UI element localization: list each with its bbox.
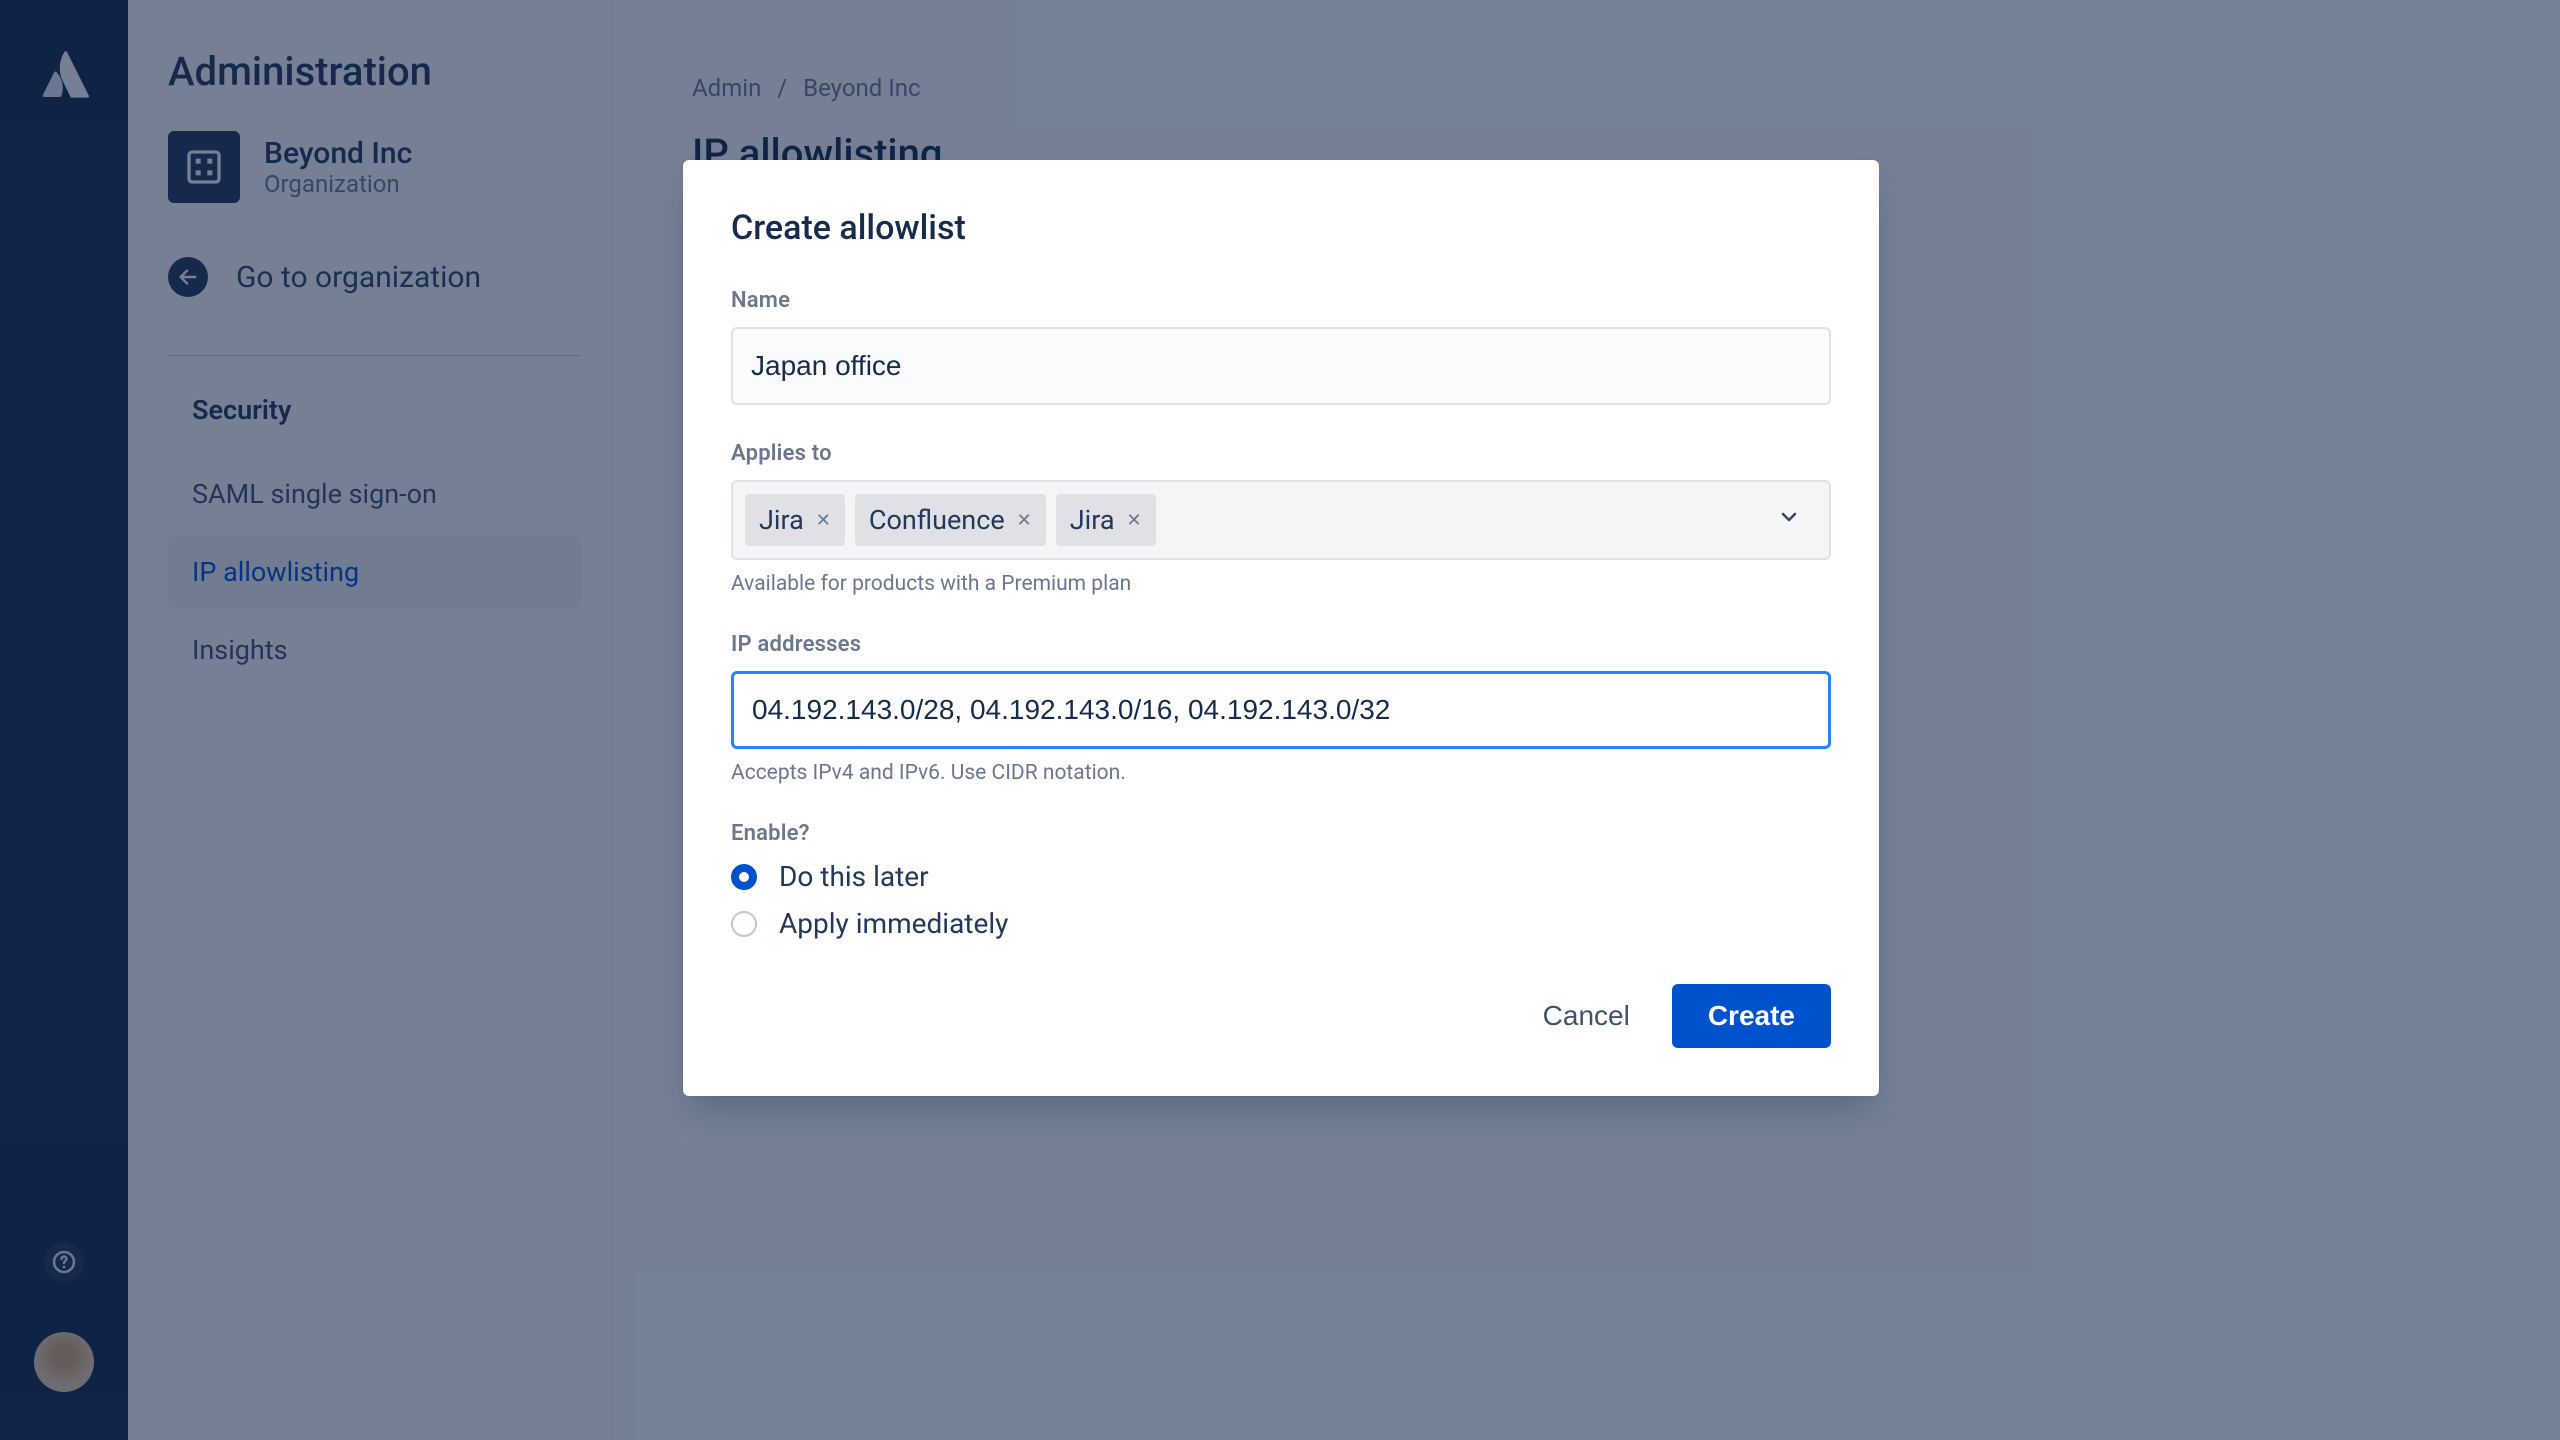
product-tag: Confluence✕ [855, 494, 1046, 546]
ip-addresses-label: IP addresses [731, 632, 1831, 657]
remove-tag-icon[interactable]: ✕ [816, 510, 831, 531]
radio-button[interactable] [731, 911, 757, 937]
remove-tag-icon[interactable]: ✕ [1017, 510, 1032, 531]
radio-label: Do this later [779, 860, 929, 893]
modal-title: Create allowlist [731, 208, 1831, 248]
radio-label: Apply immediately [779, 907, 1008, 940]
name-label: Name [731, 288, 1831, 313]
name-input[interactable] [731, 327, 1831, 405]
create-button[interactable]: Create [1672, 984, 1831, 1048]
create-allowlist-modal: Create allowlist Name Applies to Jira✕Co… [683, 160, 1879, 1096]
applies-helper: Available for products with a Premium pl… [731, 572, 1831, 596]
product-tag: Jira✕ [745, 494, 845, 546]
radio-option[interactable]: Apply immediately [731, 907, 1831, 940]
applies-to-select[interactable]: Jira✕Confluence✕Jira✕ [731, 480, 1831, 560]
ip-addresses-input[interactable] [731, 671, 1831, 749]
remove-tag-icon[interactable]: ✕ [1127, 510, 1142, 531]
chevron-down-icon [1777, 505, 1801, 535]
radio-button[interactable] [731, 864, 757, 890]
applies-to-label: Applies to [731, 441, 1831, 466]
ip-helper: Accepts IPv4 and IPv6. Use CIDR notation… [731, 761, 1831, 785]
enable-label: Enable? [731, 821, 1831, 846]
cancel-button[interactable]: Cancel [1539, 986, 1634, 1046]
product-tag: Jira✕ [1056, 494, 1156, 546]
radio-option[interactable]: Do this later [731, 860, 1831, 893]
